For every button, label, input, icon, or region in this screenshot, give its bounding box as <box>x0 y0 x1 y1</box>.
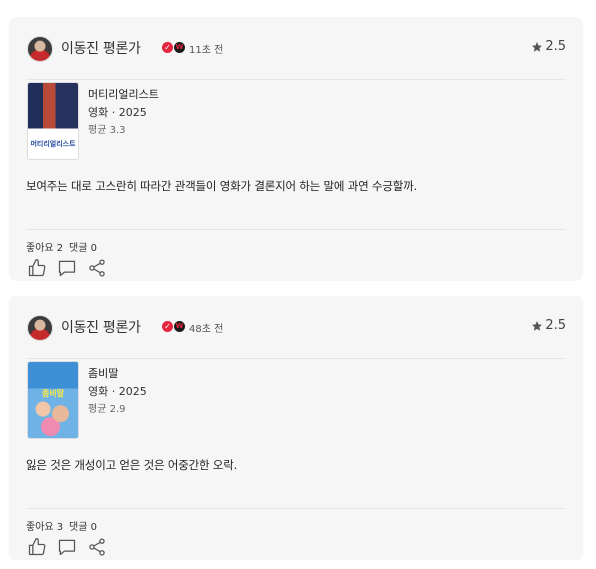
comment-button[interactable] <box>57 258 77 278</box>
review-body[interactable]: 잃은 것은 개성이고 얻은 것은 어중간한 오락. <box>26 441 566 509</box>
star-icon <box>532 320 543 331</box>
post-time: 11초 전 <box>189 45 224 56</box>
review-card: 이동진 평론가 ✓ W 48초 전 2.5 좀비딸 좀비딸 영화 · 2025 … <box>9 296 583 560</box>
movie-meta: 영화 · 2025 <box>88 385 147 398</box>
thumbs-up-icon <box>28 538 46 556</box>
verified-check-icon: ✓ <box>162 321 173 332</box>
review-header: 이동진 평론가 ✓ W 48초 전 2.5 <box>26 296 566 359</box>
review-header: 이동진 평론가 ✓ W 11초 전 2.5 <box>26 17 566 80</box>
share-button[interactable] <box>87 258 107 278</box>
like-button[interactable] <box>27 537 47 557</box>
star-icon <box>532 41 543 52</box>
share-button[interactable] <box>87 537 107 557</box>
movie-average: 평균 3.3 <box>88 125 126 136</box>
critic-badge-icon: W <box>174 321 185 332</box>
avatar[interactable] <box>27 315 53 341</box>
movie-info[interactable]: 머티리얼리스트 머티리얼리스트 영화 · 2025 평균 3.3 <box>26 80 566 162</box>
thumbs-up-icon <box>28 259 46 277</box>
rating-value: 2.5 <box>545 318 566 333</box>
avatar[interactable] <box>27 36 53 62</box>
movie-title[interactable]: 좀비딸 <box>88 365 118 381</box>
author-name[interactable]: 이동진 평론가 <box>61 317 141 337</box>
review-text: 잃은 것은 개성이고 얻은 것은 어중간한 오락. <box>26 458 238 472</box>
verified-check-icon: ✓ <box>162 42 173 53</box>
review-body[interactable]: 보여주는 대로 고스란히 따라간 관객들이 영화가 결론지어 하는 말에 과연 … <box>26 162 566 230</box>
movie-poster[interactable]: 좀비딸 <box>27 361 79 439</box>
share-icon <box>89 259 105 277</box>
review-stats: 좋아요 3 댓글 0 <box>26 509 566 533</box>
movie-meta: 영화 · 2025 <box>88 106 147 119</box>
review-card: 이동진 평론가 ✓ W 11초 전 2.5 머티리얼리스트 머티리얼리스트 영화… <box>9 17 583 281</box>
review-actions <box>26 531 566 561</box>
rating: 2.5 <box>531 318 566 333</box>
critic-badge-icon: W <box>174 42 185 53</box>
review-actions <box>26 252 566 282</box>
comment-icon <box>58 260 76 277</box>
post-time: 48초 전 <box>189 324 224 335</box>
like-button[interactable] <box>27 258 47 278</box>
rating: 2.5 <box>531 39 566 54</box>
comment-icon <box>58 539 76 556</box>
review-text: 보여주는 대로 고스란히 따라간 관객들이 영화가 결론지어 하는 말에 과연 … <box>26 179 417 193</box>
poster-title: 머티리얼리스트 <box>30 140 76 148</box>
comment-button[interactable] <box>57 537 77 557</box>
author-name[interactable]: 이동진 평론가 <box>61 38 141 58</box>
poster-title: 좀비딸 <box>41 389 65 398</box>
rating-value: 2.5 <box>545 39 566 54</box>
share-icon <box>89 538 105 556</box>
review-stats: 좋아요 2 댓글 0 <box>26 230 566 254</box>
movie-average: 평균 2.9 <box>88 404 126 415</box>
movie-poster[interactable]: 머티리얼리스트 <box>27 82 79 160</box>
movie-title[interactable]: 머티리얼리스트 <box>88 86 159 102</box>
movie-info[interactable]: 좀비딸 좀비딸 영화 · 2025 평균 2.9 <box>26 359 566 441</box>
